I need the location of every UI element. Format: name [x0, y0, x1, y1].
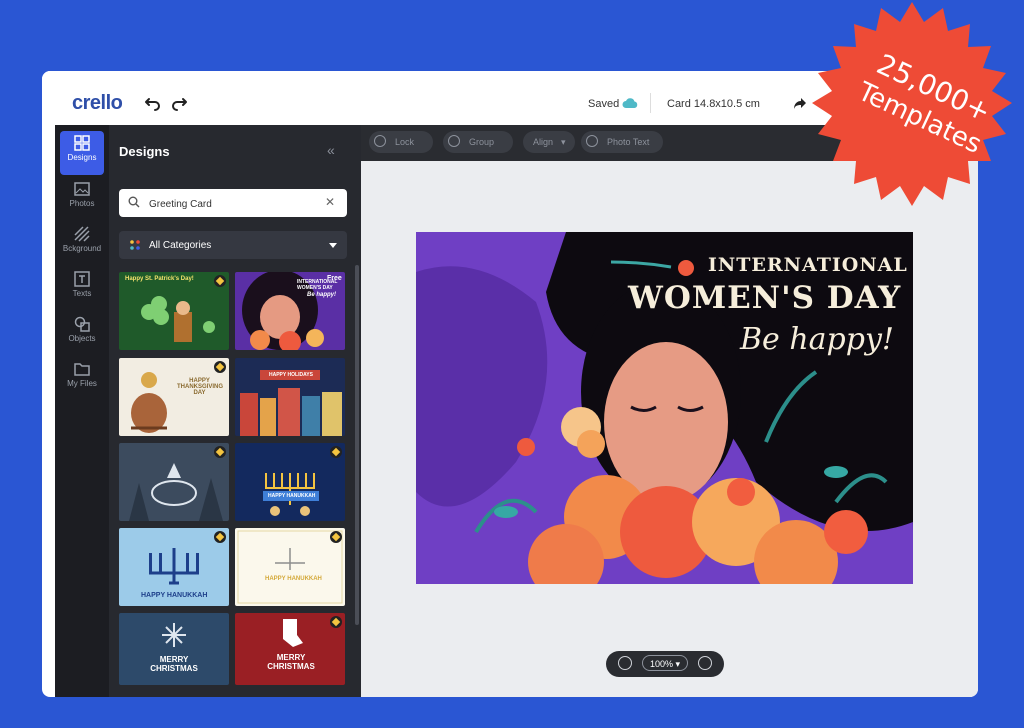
panel-title: Designs	[119, 144, 170, 159]
cloud-saved-icon	[622, 98, 638, 108]
left-rail: Designs Photos Bckground Texts Objects M…	[55, 125, 109, 697]
lock-icon	[374, 135, 386, 147]
rail-item-background[interactable]: Bckground	[60, 222, 104, 266]
template-text: HAPPY HANUKKAH	[268, 493, 316, 499]
clear-search-icon[interactable]: ✕	[325, 195, 335, 209]
saved-status: Saved	[588, 98, 620, 110]
group-button[interactable]: Group	[443, 131, 513, 153]
rail-item-texts[interactable]: Texts	[60, 267, 104, 311]
premium-badge-icon	[214, 361, 226, 373]
search-icon	[128, 196, 140, 208]
align-label: Align	[533, 137, 554, 147]
zoom-control: 100% ▾	[606, 651, 724, 677]
rail-label: Bckground	[62, 244, 102, 253]
template-thumb-st-patricks[interactable]: Happy St. Patrick's Day!	[119, 272, 229, 350]
premium-badge-icon	[330, 531, 342, 543]
rail-label: Photos	[69, 199, 95, 208]
group-label: Group	[469, 137, 495, 147]
collapse-panel-icon[interactable]: «	[327, 142, 335, 158]
template-thumb-christmas-2[interactable]: MERRY CHRISTMAS	[235, 613, 345, 685]
menorah-art	[263, 473, 319, 516]
align-button[interactable]: Align ▾	[523, 131, 575, 153]
template-thumb-christmas-1[interactable]: MERRY CHRISTMAS	[119, 613, 229, 685]
search-box[interactable]: ✕	[119, 189, 347, 217]
rail-item-photos[interactable]: Photos	[60, 177, 104, 221]
snowflake-art	[162, 623, 186, 647]
template-text: Happy St. Patrick's Day!	[125, 276, 194, 282]
card-title-line2[interactable]: WOMEN'S DAY	[628, 280, 901, 316]
free-badge: Free	[327, 275, 342, 282]
winter-art	[129, 463, 223, 521]
template-text: MERRY CHRISTMAS	[267, 653, 315, 671]
photo-text-icon	[586, 135, 598, 147]
photos-icon	[74, 182, 90, 196]
template-thumb-hanukkah-2[interactable]: HAPPY HANUKKAH	[119, 528, 229, 606]
redo-icon[interactable]	[169, 92, 189, 112]
template-text: MERRY CHRISTMAS	[150, 655, 198, 673]
template-thumb-holidays[interactable]: HAPPY HOLIDAYS	[235, 358, 345, 436]
objects-icon	[74, 316, 90, 332]
zoom-out-icon[interactable]	[618, 656, 632, 670]
texts-icon	[74, 271, 90, 287]
search-input[interactable]	[147, 194, 321, 214]
stocking-art	[283, 619, 303, 647]
premium-badge-icon	[214, 275, 226, 287]
template-text: HAPPY THANKSGIVING DAY	[177, 378, 224, 396]
lock-label: Lock	[395, 137, 415, 147]
template-thumb-winter[interactable]	[119, 443, 229, 521]
crello-logo[interactable]: crello	[72, 92, 123, 115]
houses-art	[240, 370, 342, 436]
zoom-level-select[interactable]: 100% ▾	[642, 655, 688, 671]
premium-badge-icon	[214, 531, 226, 543]
template-text-2: Be happy!	[307, 292, 337, 298]
folder-icon	[74, 363, 90, 376]
template-text: HAPPY HOLIDAYS	[269, 372, 313, 378]
premium-badge-icon	[330, 616, 342, 628]
menorah-art	[237, 530, 343, 604]
designs-panel: Designs « ✕ All Categories Happy St. Pat…	[109, 125, 361, 697]
template-thumb-hanukkah-3[interactable]: HAPPY HANUKKAH	[235, 528, 345, 606]
category-icon	[130, 240, 140, 250]
rail-label: Texts	[72, 289, 92, 298]
undo-icon[interactable]	[143, 92, 163, 112]
turkey-art	[131, 372, 167, 433]
template-thumb-thanksgiving[interactable]: HAPPY THANKSGIVING DAY	[119, 358, 229, 436]
card-size[interactable]: Card 14.8x10.5 cm	[667, 98, 760, 110]
card-title-line1[interactable]: INTERNATIONAL	[708, 254, 908, 276]
background-icon	[74, 226, 90, 242]
designs-icon	[74, 135, 90, 151]
rail-label: My Files	[67, 379, 97, 388]
rail-label: Objects	[68, 334, 96, 343]
chevron-down-icon: ▾	[561, 137, 566, 147]
zoom-in-icon[interactable]	[698, 656, 712, 670]
template-text: HAPPY HANUKKAH	[141, 592, 208, 599]
clover-art	[141, 296, 215, 342]
rail-item-objects[interactable]: Objects	[60, 312, 104, 356]
design-card[interactable]: INTERNATIONAL WOMEN'S DAY Be happy!	[416, 232, 913, 584]
template-thumb-womens-day[interactable]: INTERNATIONAL WOMEN'S DAY Be happy! Free	[235, 272, 345, 350]
category-label: All Categories	[149, 240, 212, 251]
group-icon	[448, 135, 460, 147]
photo-text-label: Photo Text	[607, 137, 650, 147]
premium-badge-icon	[214, 446, 226, 458]
lock-button[interactable]: Lock	[369, 131, 433, 153]
premium-badge-icon	[330, 446, 342, 458]
rail-label: Designs	[67, 153, 97, 162]
panel-scrollbar[interactable]	[355, 265, 359, 625]
rail-item-my-files[interactable]: My Files	[60, 357, 104, 401]
photo-text-button[interactable]: Photo Text	[581, 131, 663, 153]
template-text: HAPPY HANUKKAH	[265, 576, 322, 582]
card-subtitle[interactable]: Be happy!	[740, 322, 894, 357]
rail-item-designs[interactable]: Designs	[60, 131, 104, 175]
category-dropdown[interactable]: All Categories	[119, 231, 347, 259]
template-thumb-hanukkah-1[interactable]: HAPPY HANUKKAH	[235, 443, 345, 521]
chevron-down-icon	[329, 243, 337, 248]
divider	[650, 93, 651, 113]
